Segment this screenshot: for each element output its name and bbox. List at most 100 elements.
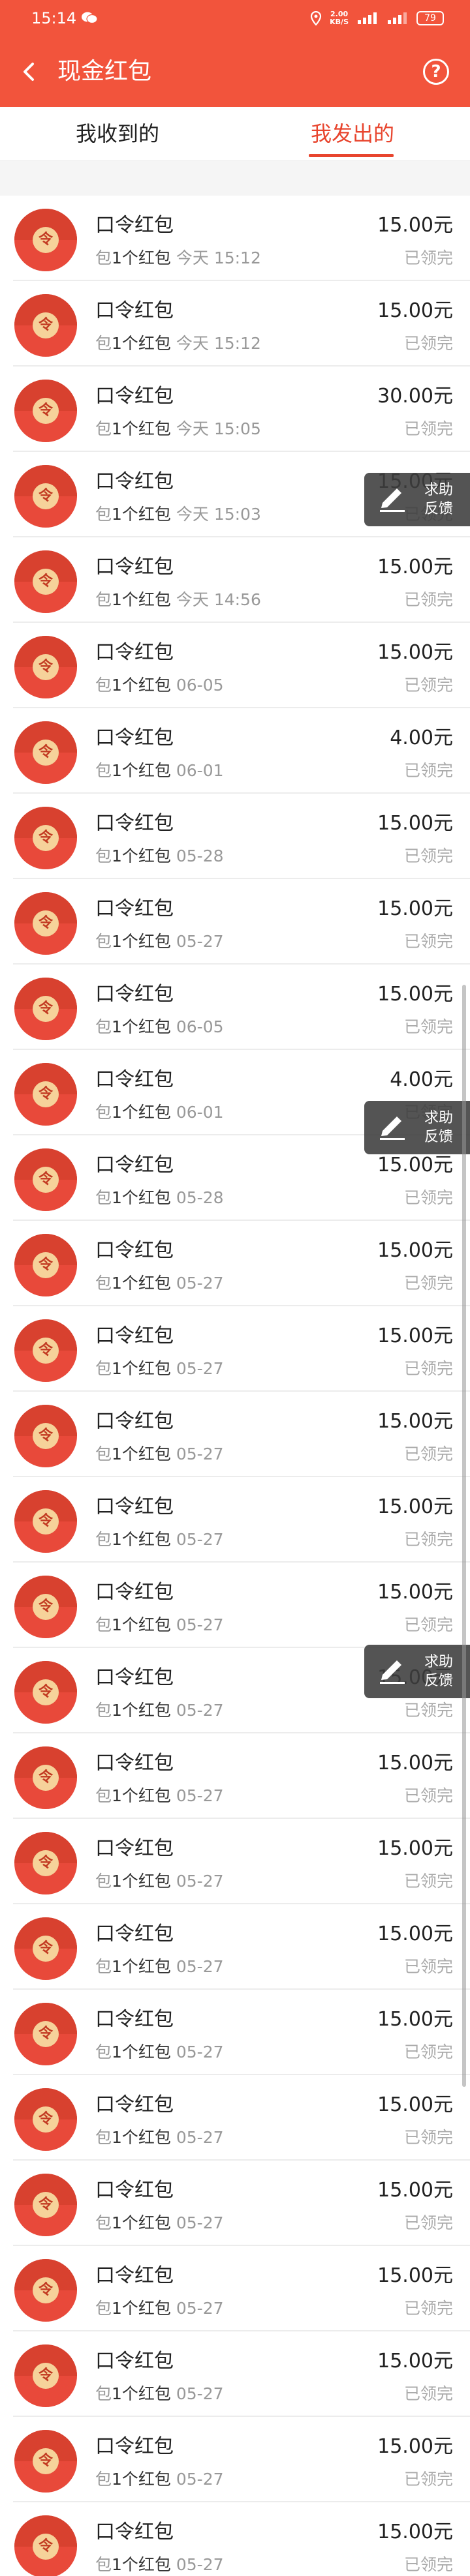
packet-count: 1个红包 [112, 590, 171, 609]
packet-count: 1个红包 [112, 2043, 171, 2061]
list-item[interactable]: 令 口令红包包1个红包 05-27 15.00元已领完 [0, 2075, 470, 2161]
list-item[interactable]: 令 口令红包 包1个红包 06-05 15.00元 已领完 [0, 623, 470, 708]
list-item[interactable]: 令 口令红包 包1个红包 今天 15:05 30.00元 已领完 [0, 367, 470, 452]
packet-count: 1个红包 [112, 761, 171, 780]
packet-title: 口令红包 [95, 641, 174, 664]
packet-meta: 包1个红包 05-27 [95, 1954, 224, 1977]
packet-status: 已领完 [403, 334, 453, 353]
packet-time: 05-27 [176, 1530, 224, 1549]
packet-title: 口令红包 [95, 1154, 174, 1176]
pencil-icon [380, 488, 405, 512]
list-item[interactable]: 令 口令红包包1个红包 05-27 15.00元已领完 [0, 879, 470, 965]
packet-amount: 15.00元 [377, 1325, 453, 1347]
packet-meta: 包1个红包 05-28 [95, 843, 224, 867]
packet-prefix: 包 [95, 2384, 112, 2403]
packet-count: 1个红包 [112, 1786, 171, 1805]
list-item[interactable]: 令 口令红包 包1个红包 06-05 15.00元 已领完 [0, 965, 470, 1050]
feedback-button[interactable]: 求助 反馈 [364, 473, 470, 526]
location-icon [311, 11, 322, 25]
signal-icon [358, 12, 377, 24]
packet-title: 口令红包 [95, 1666, 174, 1689]
packet-amount: 4.00元 [390, 1068, 453, 1091]
red-packet-avatar: 令 [14, 1490, 77, 1553]
packet-title: 口令红包 [95, 214, 174, 237]
red-packet-avatar: 令 [14, 550, 77, 613]
list-item[interactable]: 令 口令红包包1个红包 05-27 15.00元已领完 [0, 2161, 470, 2246]
packet-count: 1个红包 [112, 1103, 171, 1122]
packet-status: 已领完 [403, 2128, 453, 2147]
packet-meta: 包1个红包 05-27 [95, 1356, 224, 1379]
list-item[interactable]: 令 口令红包包1个红包 05-27 15.00元已领完 [0, 1733, 470, 1819]
pencil-icon [380, 1116, 405, 1140]
packet-amount: 15.00元 [377, 2179, 453, 2202]
packet-status: 已领完 [403, 2384, 453, 2403]
packet-time: 05-27 [176, 1359, 224, 1378]
list-item[interactable]: 令 口令红包 包1个红包 今天 14:56 15.00元 已领完 [0, 537, 470, 623]
list-item[interactable]: 令 口令红包包1个红包 05-27 15.00元已领完 [0, 1819, 470, 1904]
feedback-button[interactable]: 求助 反馈 [364, 1101, 470, 1154]
status-bar: 15:14 2.00 KB/S 79 [0, 0, 470, 37]
list-item[interactable]: 令 口令红包包1个红包 05-27 15.00元已领完 [0, 1563, 470, 1648]
red-packet-coin-icon: 令 [33, 2534, 59, 2560]
packet-time: 今天 14:56 [176, 590, 261, 609]
status-time: 15:14 [31, 9, 77, 27]
red-packet-coin-icon: 令 [33, 1338, 59, 1364]
list-item[interactable]: 令 口令红包包1个红包 06-01 4.00元已领完 [0, 708, 470, 794]
help-icon[interactable]: ? [423, 59, 449, 85]
list-item[interactable]: 令 口令红包包1个红包 05-27 15.00元已领完 [0, 1990, 470, 2075]
packet-amount: 15.00元 [377, 1837, 453, 1860]
packet-prefix: 包 [95, 1274, 112, 1293]
list-item[interactable]: 令 口令红包包1个红包 05-27 15.00元已领完 [0, 1392, 470, 1477]
red-packet-avatar: 令 [14, 1319, 77, 1382]
list-item[interactable]: 令 口令红包包1个红包 05-27 15.00元已领完 [0, 2246, 470, 2331]
tab-received[interactable]: 我收到的 [0, 107, 235, 160]
packet-amount: 15.00元 [377, 897, 453, 920]
packet-count: 1个红包 [112, 2128, 171, 2147]
list-item[interactable]: 令 口令红包 包1个红包 05-28 15.00元 已领完 [0, 794, 470, 879]
feedback-button[interactable]: 求助 反馈 [364, 1645, 470, 1698]
packet-title: 口令红包 [95, 2093, 174, 2116]
packet-amount: 15.00元 [377, 2521, 453, 2543]
packet-meta: 包1个红包 今天 15:05 [95, 416, 261, 440]
packet-time: 05-27 [176, 2043, 224, 2061]
list-item[interactable]: 令 口令红包包1个红包 05-27 15.00元已领完 [0, 1306, 470, 1392]
packet-prefix: 包 [95, 1701, 112, 1720]
list-item[interactable]: 令 口令红包包1个红包 05-27 15.00元已领完 [0, 1221, 470, 1306]
packet-count: 1个红包 [112, 2384, 171, 2403]
red-packet-coin-icon: 令 [33, 2448, 59, 2474]
list-item[interactable]: 令 口令红包 包1个红包 今天 15:12 15.00元 已领完 [0, 196, 470, 281]
list-item[interactable]: 令 口令红包包1个红包 05-27 15.00元已领完 [0, 1904, 470, 1990]
list-item[interactable]: 令 口令红包包1个红包 05-27 15.00元已领完 [0, 1477, 470, 1563]
packet-time: 今天 15:03 [176, 505, 261, 524]
packet-meta: 包1个红包 05-27 [95, 2552, 224, 2575]
red-packet-avatar: 令 [14, 1148, 77, 1211]
list-item[interactable]: 令 口令红包包1个红包 05-27 15.00元已领完 [0, 2417, 470, 2502]
red-packet-avatar: 令 [14, 807, 77, 869]
packet-count: 1个红包 [112, 1017, 171, 1036]
packet-title: 口令红包 [95, 1581, 174, 1604]
packet-prefix: 包 [95, 1530, 112, 1549]
list-item[interactable]: 令 口令红包包1个红包 05-27 15.00元已领完 [0, 2331, 470, 2417]
feedback-label: 求助 反馈 [424, 482, 454, 517]
red-packet-coin-icon: 令 [33, 1850, 59, 1876]
packet-prefix: 包 [95, 2470, 112, 2489]
red-packet-coin-icon: 令 [33, 825, 59, 851]
red-packet-avatar: 令 [14, 2430, 77, 2493]
list-item[interactable]: 令 口令红包 包1个红包 今天 15:12 15.00元 已领完 [0, 281, 470, 367]
list-item[interactable]: 令 口令红包包1个红包 05-27 15.00元已领完 [0, 2502, 470, 2576]
packet-meta: 包1个红包 05-27 [95, 2296, 224, 2319]
red-packet-coin-icon: 令 [33, 996, 59, 1022]
tab-sent[interactable]: 我发出的 [235, 107, 470, 160]
packet-amount: 15.00元 [377, 1410, 453, 1433]
packet-status: 已领完 [403, 2213, 453, 2232]
scrollbar[interactable] [462, 985, 466, 2087]
red-packet-avatar: 令 [14, 1832, 77, 1895]
red-packet-coin-icon: 令 [33, 1423, 59, 1449]
back-arrow-icon[interactable] [17, 59, 43, 85]
packet-amount: 15.00元 [377, 2264, 453, 2287]
packet-prefix: 包 [95, 1615, 112, 1634]
tab-bar: 我收到的 我发出的 [0, 107, 470, 160]
packet-amount: 15.00元 [377, 2008, 453, 2031]
packet-status: 已领完 [403, 761, 453, 780]
packet-time: 06-01 [176, 1103, 224, 1122]
